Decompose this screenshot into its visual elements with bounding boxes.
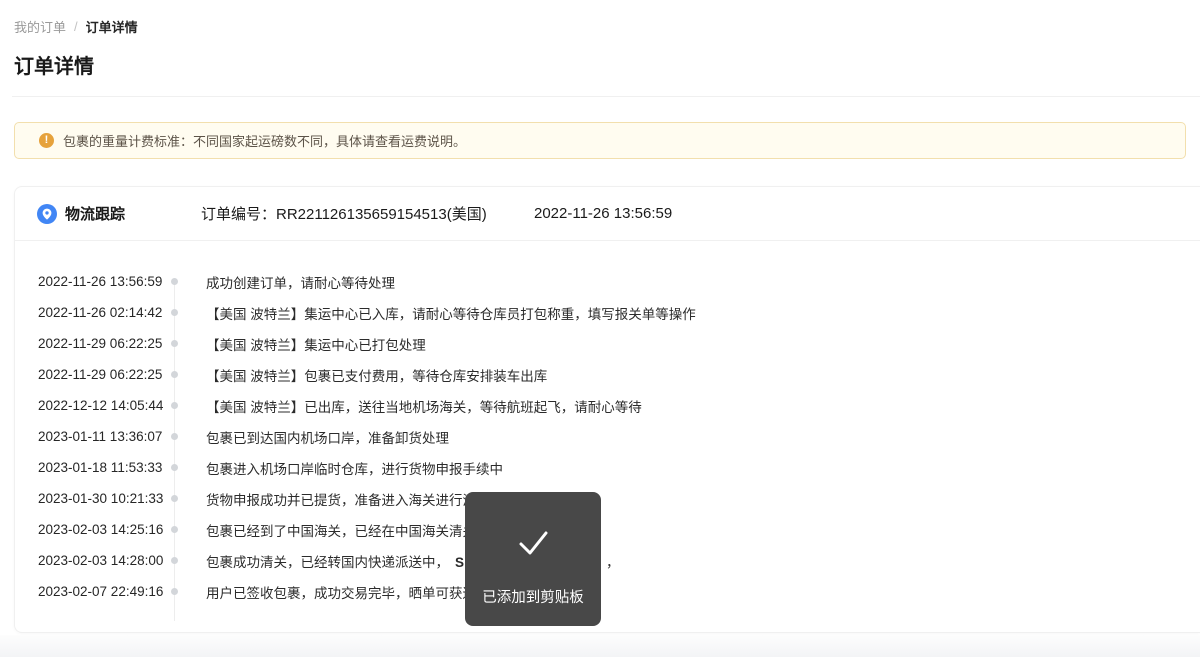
timeline-dot-icon: [171, 526, 178, 533]
event-text: 包裹已到达国内机场口岸，准备卸货处理: [206, 430, 449, 446]
clipboard-toast: 已添加到剪贴板: [465, 492, 601, 626]
event-description: 【美国 波特兰】集运中心已打包处理: [206, 334, 426, 354]
event-text: 【美国 波特兰】包裹已支付费用，等待仓库安排装车出库: [206, 368, 548, 384]
order-created-time: 2022-11-26 13:56:59: [534, 205, 673, 222]
timeline-event-row: 2022-11-29 06:22:25 【美国 波特兰】包裹已支付费用，等待仓库安…: [15, 359, 1200, 390]
event-text: 包裹进入机场口岸临时仓库，进行货物申报手续中: [206, 461, 503, 477]
breadcrumb-separator: /: [74, 19, 78, 34]
weight-notice-text: 包裹的重量计费标准：不同国家起运磅数不同，具体请查看运费说明。: [63, 134, 467, 149]
event-description: 【美国 波特兰】包裹已支付费用，等待仓库安排装车出库: [206, 365, 547, 385]
event-timestamp: 2023-02-07 22:49:16: [38, 584, 164, 599]
timeline-list: 2022-11-26 13:56:59 成功创建订单，请耐心等待处理 2022-11…: [15, 241, 1200, 621]
event-timestamp: 2022-11-29 06:22:25: [38, 336, 163, 351]
timeline-event-row: 2023-01-18 11:53:33 包裹进入机场口岸临时仓库，进行货物申报手续…: [15, 452, 1200, 483]
breadcrumb-order-detail: 订单详情: [85, 20, 138, 35]
page-footer-strip: [0, 635, 1200, 657]
event-description: 货物申报成功并已提货，准备进入海关进行清关: [206, 489, 490, 509]
weight-notice-banner: ! 包裹的重量计费标准：不同国家起运磅数不同，具体请查看运费说明。: [14, 122, 1186, 159]
timeline-event-row: 2023-02-03 14:28:00包裹成功清关，已经转国内快递派送中，SF1…: [15, 545, 1200, 576]
timeline-dot-icon: [171, 495, 178, 502]
event-description: 成功创建订单，请耐心等待处理: [206, 272, 395, 292]
event-text: 【美国 波特兰】集运中心已打包处理: [206, 337, 426, 353]
toast-message: 已添加到剪贴板: [482, 590, 584, 606]
breadcrumb: 我的订单 / 订单详情: [14, 17, 138, 36]
header-divider: [12, 96, 1200, 97]
timeline-dot-icon: [171, 371, 178, 378]
event-description: 包裹进入机场口岸临时仓库，进行货物申报手续中: [206, 458, 503, 478]
event-text: 【美国 波特兰】集运中心已入库，请耐心等待仓库员打包称重，填写报关单等操作: [206, 306, 696, 322]
timeline-event-row: 2023-02-03 14:25:16 包裹已经到了中国海关，已经在中国海关清关中…: [15, 514, 1200, 545]
event-timestamp: 2022-11-26 13:56:59: [38, 274, 163, 289]
event-text: 货物申报成功并已提货，准备进入海关进行清关: [206, 492, 490, 508]
event-timestamp: 2023-02-03 14:28:00: [38, 553, 164, 568]
page-title: 订单详情: [14, 56, 94, 78]
timeline-dot-icon: [171, 433, 178, 440]
timeline-event-row: 2022-11-26 02:14:42 【美国 波特兰】集运中心已入库，请耐心等待…: [15, 297, 1200, 328]
warning-icon: !: [39, 133, 54, 148]
timeline-dot-icon: [171, 309, 178, 316]
timeline-event-row: 2022-11-26 13:56:59 成功创建订单，请耐心等待处理: [15, 266, 1200, 297]
event-timestamp: 2023-01-30 10:21:33: [38, 491, 164, 506]
timeline-event-row: 2023-01-11 13:36:07 包裹已到达国内机场口岸，准备卸货处理: [15, 421, 1200, 452]
event-timestamp: 2022-12-12 14:05:44: [38, 398, 164, 413]
event-description: 包裹已到达国内机场口岸，准备卸货处理: [206, 427, 449, 447]
event-description: 【美国 波特兰】已出库，送往当地机场海关，等待航班起飞，请耐心等待: [206, 396, 642, 416]
timeline-dot-icon: [171, 557, 178, 564]
tracking-card-title: 物流跟踪: [65, 206, 126, 223]
event-text: 成功创建订单，请耐心等待处理: [206, 275, 395, 291]
timeline-event-row: 2023-02-07 22:49:16 用户已签收包裹，成功交易完毕，晒单可获返利…: [15, 576, 1200, 607]
timeline-dot-icon: [171, 278, 178, 285]
event-text-continuation: ，: [606, 554, 620, 570]
timeline-dot-icon: [171, 588, 178, 595]
event-timestamp: 2023-01-18 11:53:33: [38, 460, 163, 475]
event-description: 【美国 波特兰】集运中心已入库，请耐心等待仓库员打包称重，填写报关单等操作: [206, 303, 696, 323]
event-timestamp: 2022-11-29 06:22:25: [38, 367, 163, 382]
timeline-dot-icon: [171, 340, 178, 347]
check-icon: [519, 531, 548, 555]
event-text: 包裹成功清关，已经转国内快递派送中，: [206, 554, 449, 570]
timeline-event-row: 2023-01-30 10:21:33 货物申报成功并已提货，准备进入海关进行清关: [15, 483, 1200, 514]
event-text: 【美国 波特兰】已出库，送往当地机场海关，等待航班起飞，请耐心等待: [206, 399, 642, 415]
event-timestamp: 2022-11-26 02:14:42: [38, 305, 163, 320]
event-timestamp: 2023-02-03 14:25:16: [38, 522, 164, 537]
timeline-event-row: 2022-12-12 14:05:44 【美国 波特兰】已出库，送往当地机场海关，…: [15, 390, 1200, 421]
breadcrumb-my-orders[interactable]: 我的订单: [14, 17, 66, 36]
timeline-event-row: 2022-11-29 06:22:25 【美国 波特兰】集运中心已打包处理: [15, 328, 1200, 359]
event-timestamp: 2023-01-11 13:36:07: [38, 429, 163, 444]
timeline-dot-icon: [171, 402, 178, 409]
location-pin-icon: [37, 203, 57, 224]
order-number[interactable]: 订单编号：RR221126135659154513(美国): [201, 203, 487, 224]
timeline-dot-icon: [171, 464, 178, 471]
logistics-tracking-card: 物流跟踪 订单编号：RR221126135659154513(美国) 2022-…: [14, 186, 1200, 633]
tracking-card-header: 物流跟踪 订单编号：RR221126135659154513(美国) 2022-…: [15, 187, 1200, 241]
